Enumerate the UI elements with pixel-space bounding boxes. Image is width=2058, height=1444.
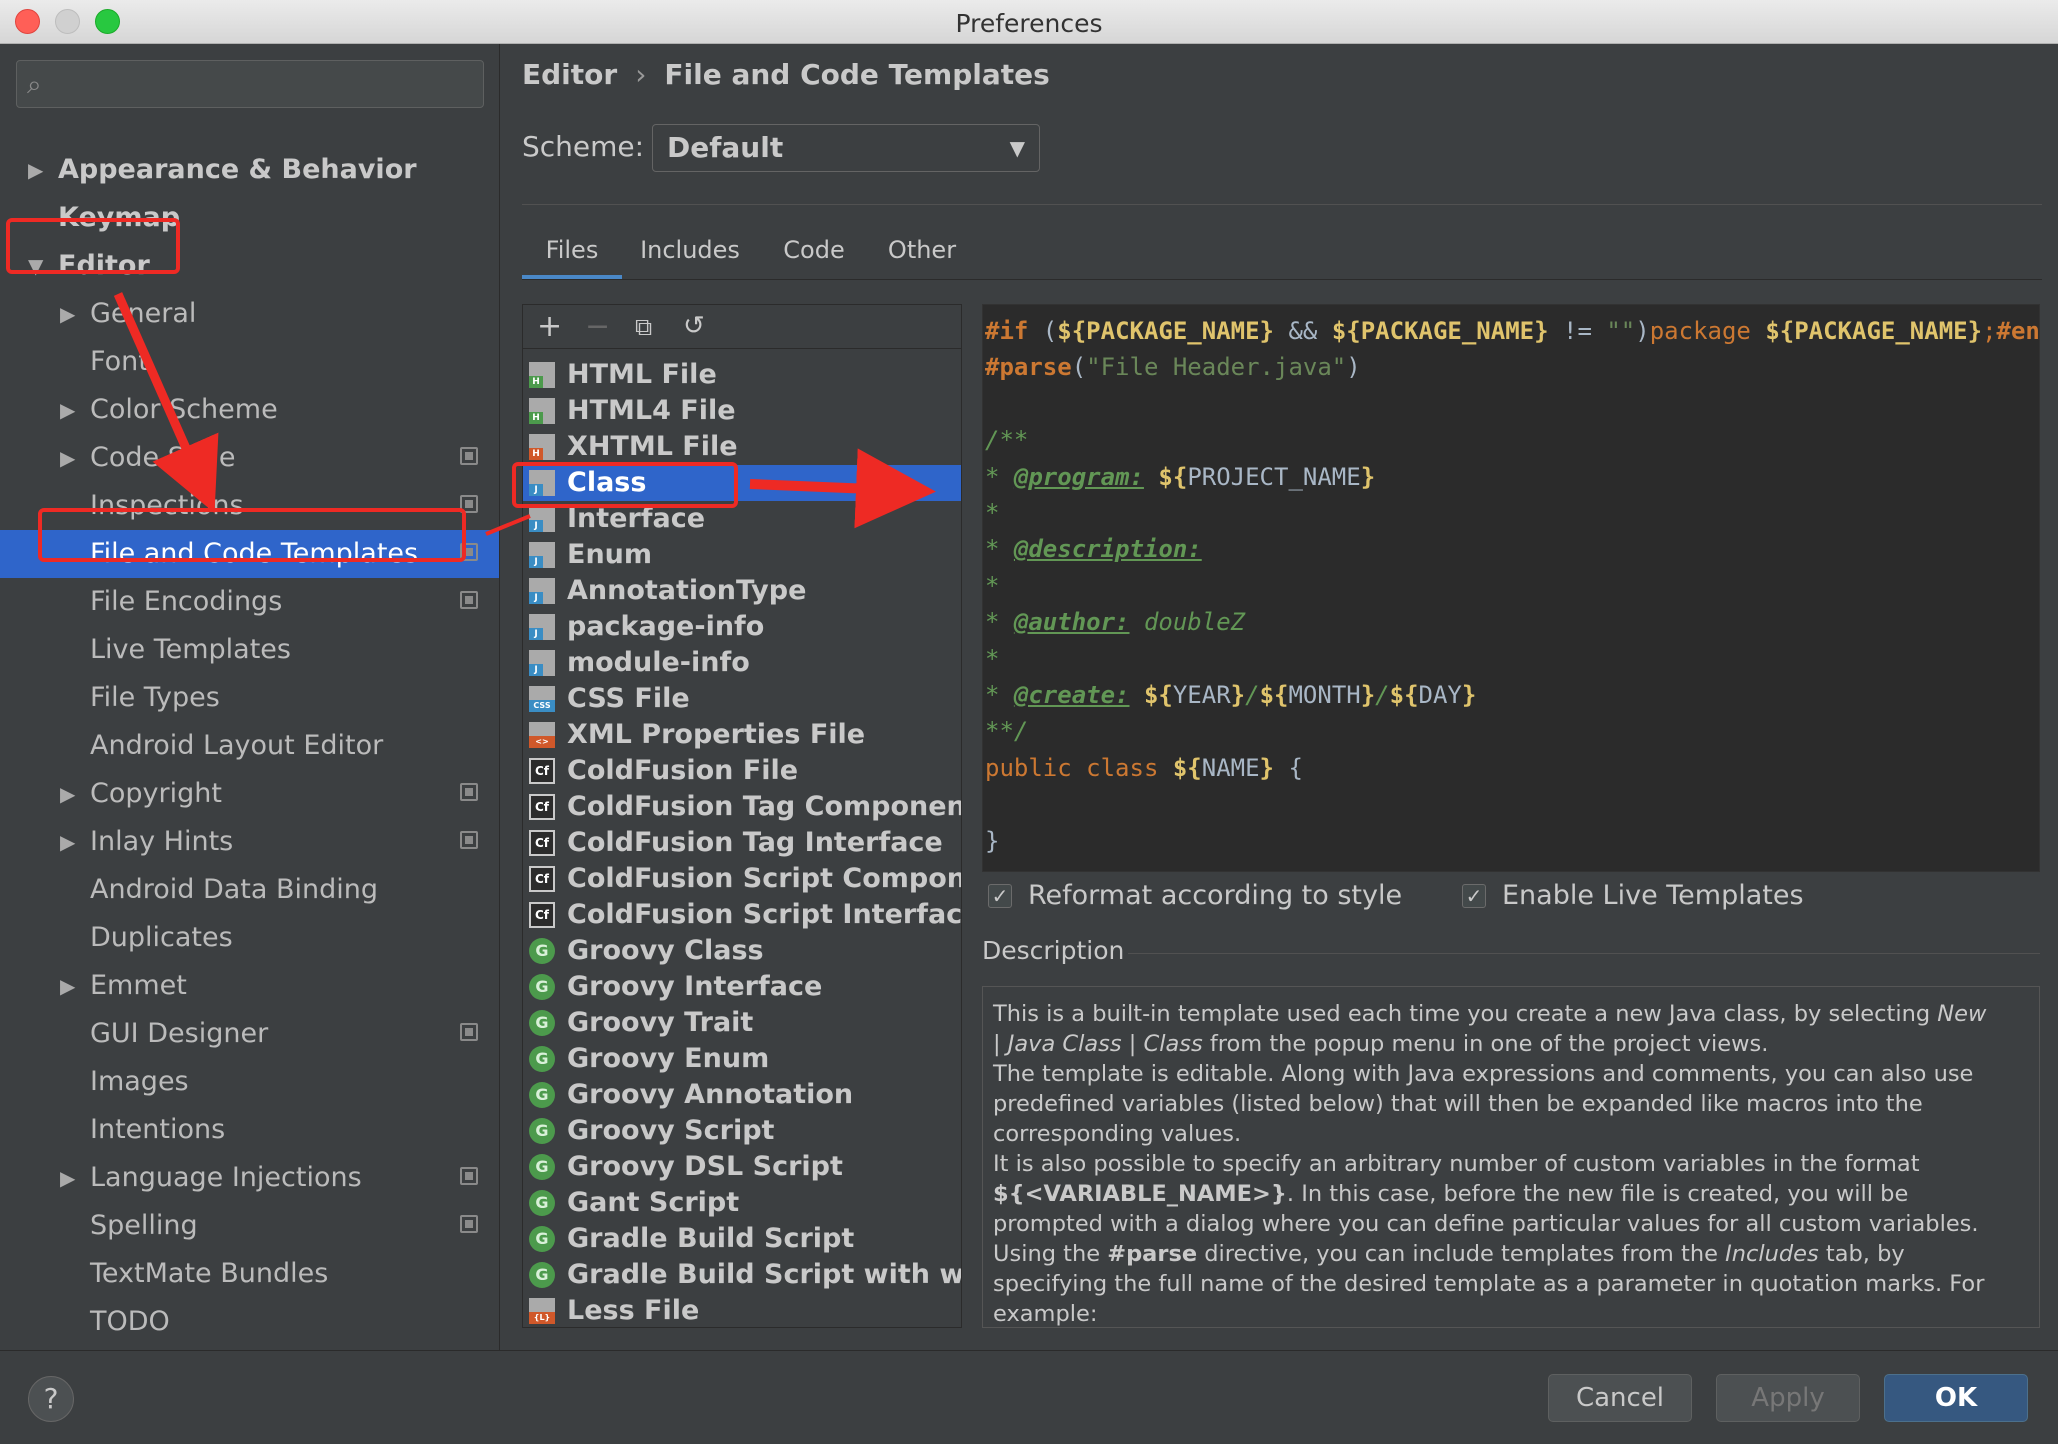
annotation-arrow: [113, 292, 219, 513]
annotation-arrow: [749, 448, 936, 529]
annotation-arrow: [485, 514, 531, 536]
annotation-arrows: [113, 292, 936, 536]
